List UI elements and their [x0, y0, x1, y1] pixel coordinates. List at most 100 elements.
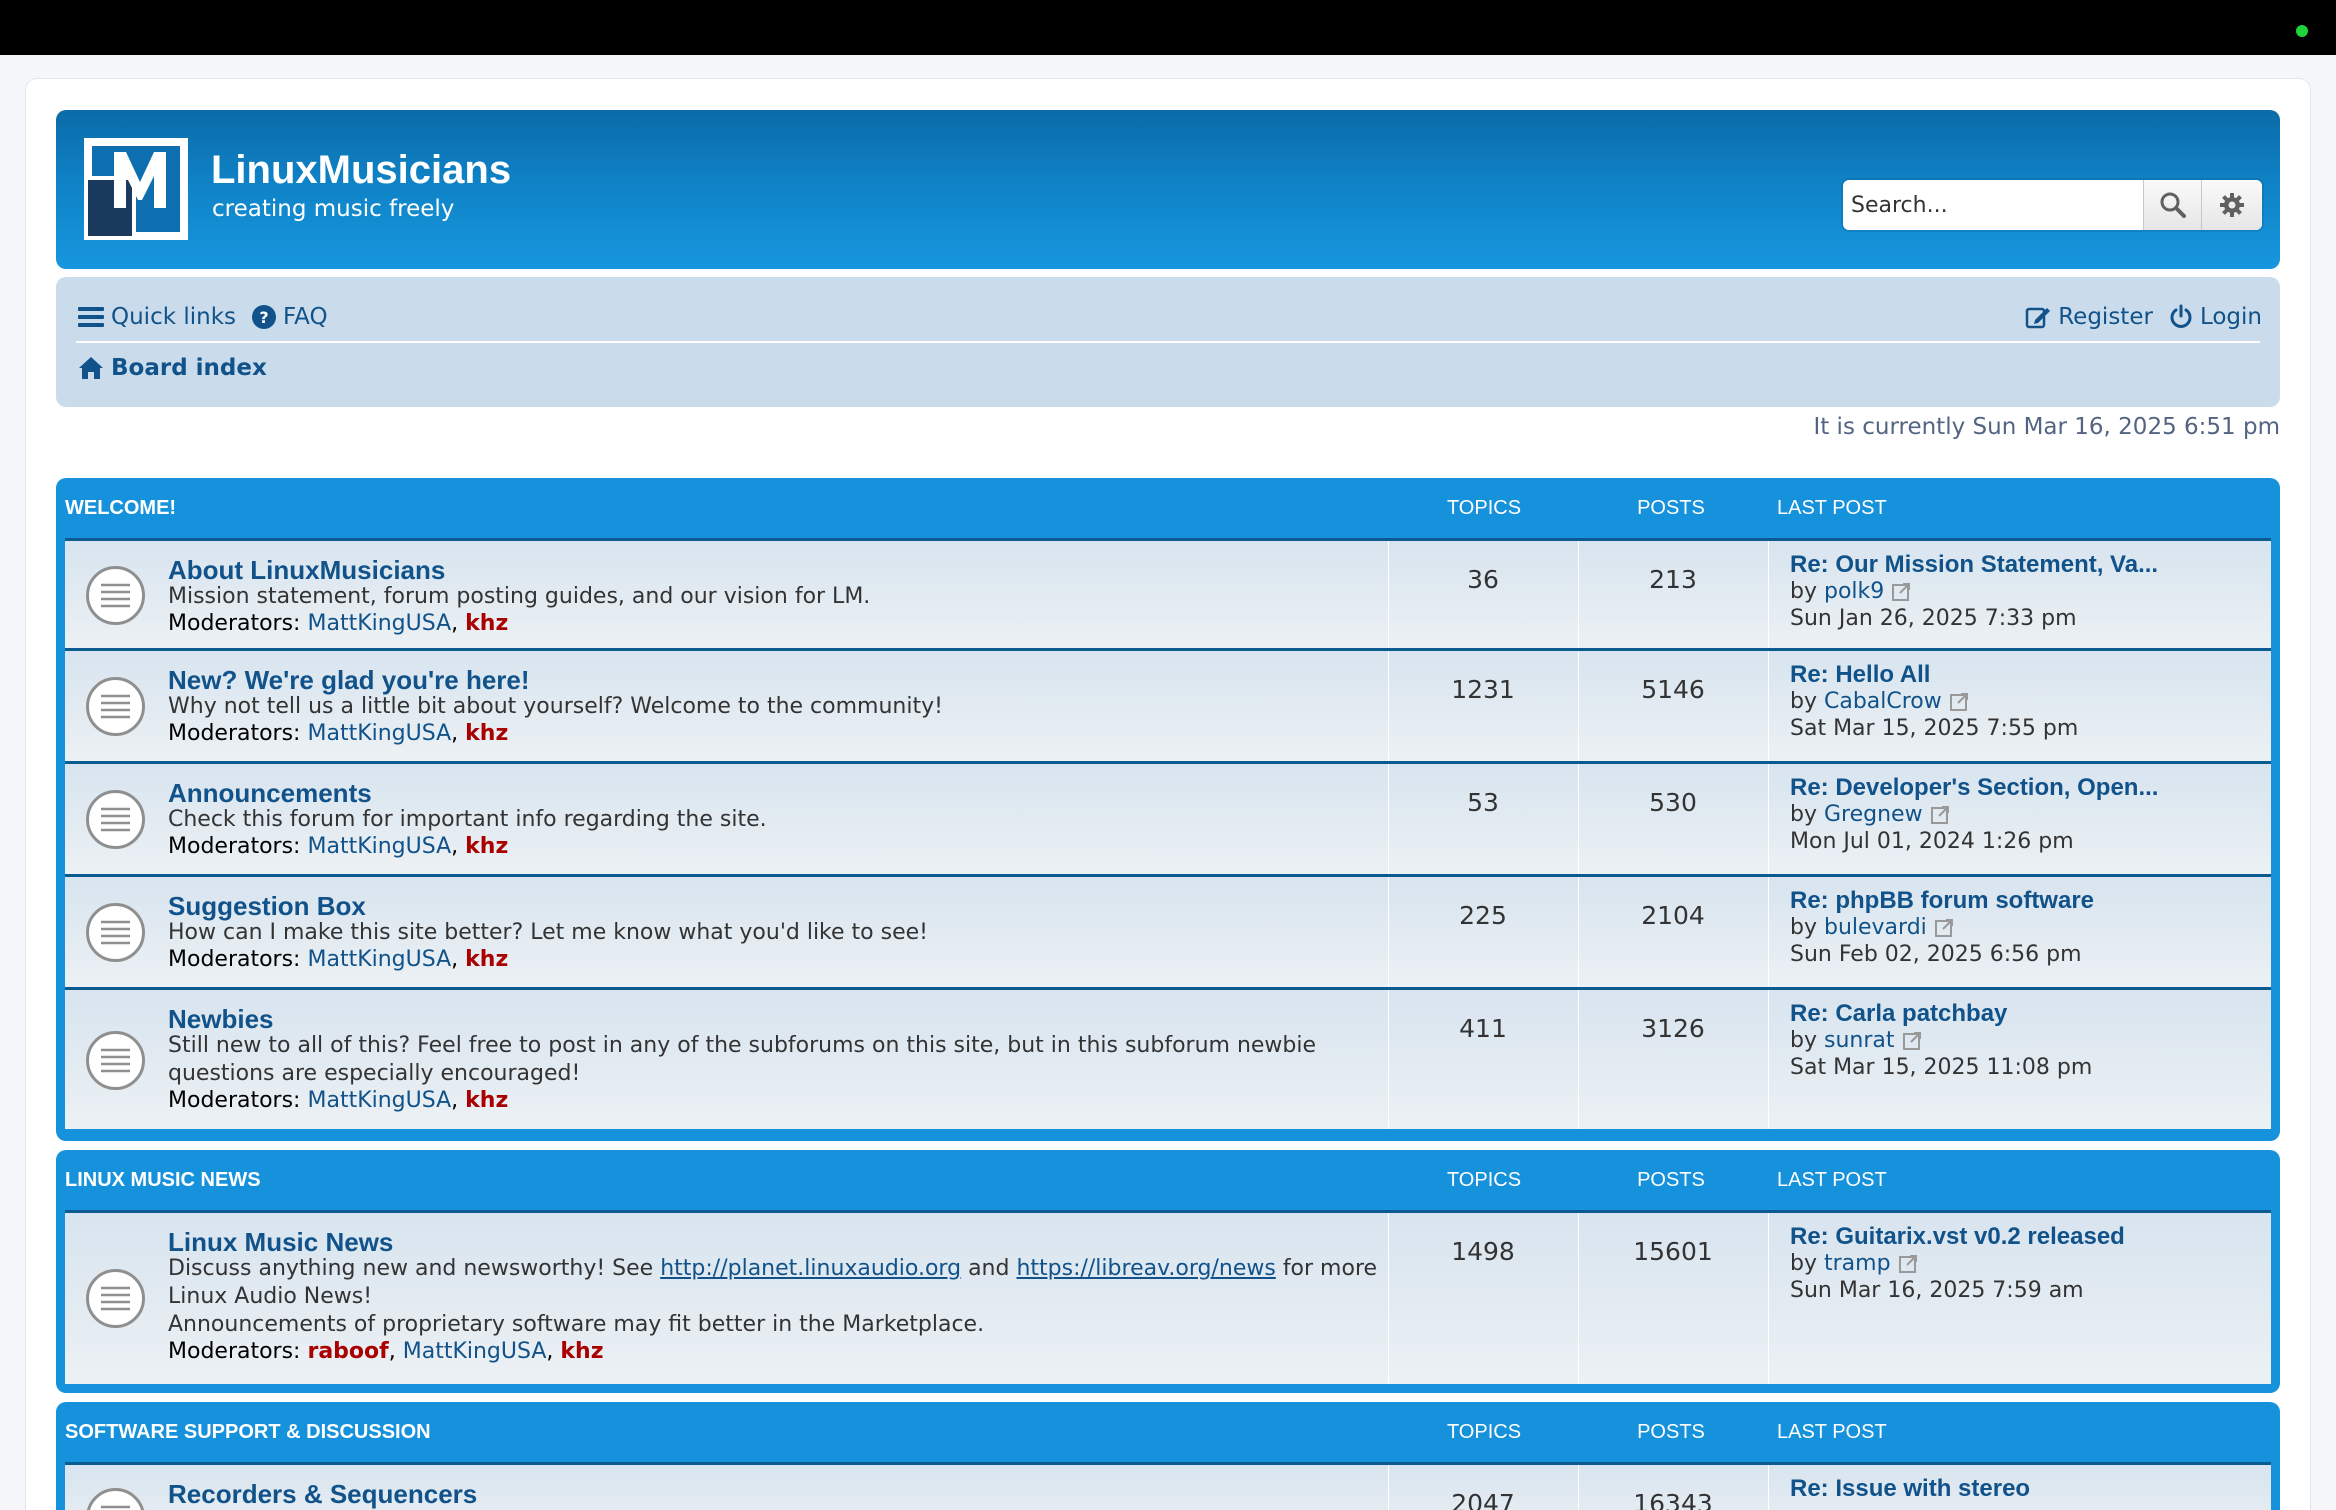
category-title[interactable]: WELCOME!: [65, 497, 176, 520]
view-latest-post-icon[interactable]: [1949, 692, 1970, 712]
moderator-link[interactable]: MattKingUSA: [307, 834, 451, 859]
column-posts: POSTS: [1637, 1168, 1705, 1191]
view-latest-post-icon[interactable]: [1898, 1254, 1919, 1274]
last-post: Re: Guitarix.vst v0.2 released by tramp …: [1790, 1223, 2125, 1304]
moderator-link[interactable]: MattKingUSA: [307, 1088, 451, 1113]
column-posts: POSTS: [1637, 1420, 1705, 1443]
forum-row: Recorders & Sequencers 2047 16343 Re: Is…: [65, 1462, 2271, 1510]
moderator-link[interactable]: khz: [560, 1339, 603, 1364]
last-post-date: Sat Mar 15, 2025 7:55 pm: [1790, 716, 2079, 741]
forum-title[interactable]: Suggestion Box: [168, 891, 366, 922]
posts-count: 15601: [1633, 1237, 1713, 1266]
last-post-by: by: [1790, 1028, 1817, 1053]
view-latest-post-icon[interactable]: [1902, 1031, 1923, 1051]
category-header: LINUX MUSIC NEWS TOPICS POSTS LAST POST: [65, 1150, 2271, 1210]
last-post-user[interactable]: sunrat: [1824, 1028, 1895, 1053]
forum-row: Linux Music News Discuss anything new an…: [65, 1210, 2271, 1384]
category-title[interactable]: LINUX MUSIC NEWS: [65, 1169, 261, 1192]
last-post-by: by: [1790, 915, 1817, 940]
forum-description: Still new to all of this? Feel free to p…: [168, 1033, 1317, 1086]
edit-icon: [2025, 307, 2051, 329]
navbar: Quick links ? FAQ Register Login Board i…: [56, 277, 2280, 407]
category-title[interactable]: SOFTWARE SUPPORT & DISCUSSION: [65, 1421, 431, 1444]
advanced-search-button[interactable]: [2201, 180, 2262, 230]
moderator-link[interactable]: MattKingUSA: [403, 1339, 547, 1364]
column-last-post: LAST POST: [1777, 1168, 1887, 1191]
register-link[interactable]: Register: [2025, 304, 2153, 330]
forum-title[interactable]: Linux Music News: [168, 1227, 393, 1258]
site-logo[interactable]: [84, 138, 188, 240]
column-topics: TOPICS: [1446, 496, 1522, 519]
topics-count: 36: [1467, 565, 1499, 594]
last-post-user[interactable]: tramp: [1824, 1251, 1891, 1276]
last-post-title[interactable]: Re: Developer's Section, Open...: [1790, 774, 2158, 801]
last-post-date: Sun Feb 02, 2025 6:56 pm: [1790, 942, 2082, 967]
view-latest-post-icon[interactable]: [1930, 805, 1951, 825]
moderator-link[interactable]: MattKingUSA: [307, 721, 451, 746]
moderator-link[interactable]: MattKingUSA: [307, 611, 451, 636]
posts-count: 5146: [1641, 675, 1705, 704]
moderator-link[interactable]: khz: [465, 834, 508, 859]
moderator-link[interactable]: MattKingUSA: [307, 947, 451, 972]
os-top-bar: [0, 0, 2336, 55]
forum-read-icon: [86, 903, 145, 962]
last-post-user[interactable]: bulevardi: [1824, 915, 1927, 940]
forum-row: New? We're glad you're here! Why not tel…: [65, 648, 2271, 761]
last-post-by: by: [1790, 689, 1817, 714]
forum-description: Why not tell us a little bit about yours…: [168, 694, 943, 719]
forum-title[interactable]: Newbies: [168, 1004, 274, 1035]
topics-count: 1498: [1451, 1237, 1515, 1266]
moderator-link[interactable]: khz: [465, 947, 508, 972]
posts-count: 3126: [1641, 1014, 1705, 1043]
last-post-date: Sat Mar 15, 2025 11:08 pm: [1790, 1055, 2093, 1080]
last-post-user[interactable]: Gregnew: [1824, 802, 1923, 827]
moderators-label: Moderators:: [168, 947, 301, 972]
moderator-link[interactable]: khz: [465, 611, 508, 636]
hamburger-icon: [78, 307, 104, 327]
last-post-date: Sun Jan 26, 2025 7:33 pm: [1790, 606, 2077, 631]
last-post: Re: Developer's Section, Open... by Greg…: [1790, 774, 2158, 855]
site-tagline: creating music freely: [212, 196, 455, 222]
moderator-link[interactable]: khz: [465, 1088, 508, 1113]
planet-linuxaudio-link[interactable]: http://planet.linuxaudio.org: [660, 1256, 961, 1281]
view-latest-post-icon[interactable]: [1934, 918, 1955, 938]
login-link[interactable]: Login: [2169, 304, 2262, 330]
login-label: Login: [2199, 304, 2262, 330]
last-post-by: by: [1790, 579, 1817, 604]
moderator-link[interactable]: raboof: [307, 1339, 388, 1364]
svg-text:?: ?: [259, 308, 268, 327]
breadcrumb-board-index[interactable]: Board index: [78, 355, 267, 381]
faq-link[interactable]: ? FAQ: [252, 304, 328, 330]
last-post-title[interactable]: Re: Issue with stereo: [1790, 1475, 2030, 1502]
last-post-title[interactable]: Re: Carla patchbay: [1790, 1000, 2092, 1027]
forum-title[interactable]: Announcements: [168, 778, 372, 809]
last-post-by: by: [1790, 802, 1817, 827]
posts-count: 2104: [1641, 901, 1705, 930]
category-header: WELCOME! TOPICS POSTS LAST POST: [65, 478, 2271, 538]
last-post-title[interactable]: Re: Hello All: [1790, 661, 2078, 688]
forum-title[interactable]: About LinuxMusicians: [168, 555, 445, 586]
view-latest-post-icon[interactable]: [1892, 582, 1912, 602]
search-button[interactable]: [2143, 180, 2201, 230]
quick-links-menu[interactable]: Quick links: [78, 304, 236, 330]
column-topics: TOPICS: [1446, 1168, 1522, 1191]
forum-moderators: Moderators: raboof, MattKingUSA, khz: [168, 1339, 604, 1364]
forum-title[interactable]: Recorders & Sequencers: [168, 1479, 477, 1510]
topics-count: 2047: [1451, 1489, 1515, 1510]
libreav-news-link[interactable]: https://libreav.org/news: [1016, 1256, 1275, 1281]
last-post: Re: phpBB forum software by bulevardi Su…: [1790, 887, 2094, 968]
moderator-link[interactable]: khz: [465, 721, 508, 746]
posts-count: 16343: [1633, 1489, 1713, 1510]
search-icon: [2160, 192, 2186, 218]
topics-count: 1231: [1451, 675, 1515, 704]
forum-category-linux-music-news: LINUX MUSIC NEWS TOPICS POSTS LAST POST …: [56, 1150, 2280, 1393]
site-title[interactable]: LinuxMusicians: [211, 148, 511, 193]
last-post-user[interactable]: CabalCrow: [1824, 689, 1942, 714]
search-input[interactable]: [1843, 180, 2143, 230]
last-post-title[interactable]: Re: Our Mission Statement, Va...: [1790, 551, 2158, 578]
forum-title[interactable]: New? We're glad you're here!: [168, 665, 530, 696]
last-post-title[interactable]: Re: phpBB forum software: [1790, 887, 2094, 914]
last-post: Re: Carla patchbay by sunrat Sat Mar 15,…: [1790, 1000, 2092, 1081]
last-post-user[interactable]: polk9: [1824, 579, 1884, 604]
last-post-title[interactable]: Re: Guitarix.vst v0.2 released: [1790, 1223, 2125, 1250]
